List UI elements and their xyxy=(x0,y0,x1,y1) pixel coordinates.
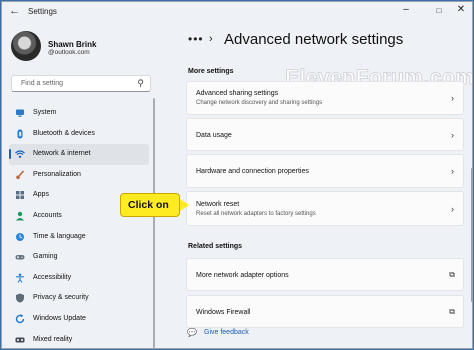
main-scrollbar[interactable] xyxy=(471,168,472,302)
external-link-icon: ⧉ xyxy=(449,270,455,279)
chevron-right-icon: › xyxy=(451,130,454,140)
item-subtitle: Reset all network adapters to factory se… xyxy=(196,211,316,217)
search-icon: ⚲ xyxy=(137,78,144,88)
chevron-right-icon: › xyxy=(451,204,454,214)
item-title: More network adapter options xyxy=(196,272,289,279)
hardware-connection-properties-item[interactable]: Hardware and connection properties › xyxy=(186,154,464,188)
apps-icon xyxy=(15,190,25,200)
sidebar-item-label: Accounts xyxy=(33,211,62,219)
advanced-sharing-settings-item[interactable]: Advanced sharing settings Change network… xyxy=(186,81,464,115)
sidebar-item-personalization[interactable]: Personalization xyxy=(9,165,149,186)
sidebar-item-label: Accessibility xyxy=(33,273,72,281)
sidebar-item-time-language[interactable]: Time & language xyxy=(9,227,149,248)
sidebar-item-windows-update[interactable]: Windows Update xyxy=(9,309,149,330)
sidebar-item-label: Bluetooth & devices xyxy=(33,129,95,137)
sidebar-item-accessibility[interactable]: Accessibility xyxy=(9,268,149,289)
bluetooth-icon xyxy=(15,129,25,139)
item-subtitle: Change network discovery and sharing set… xyxy=(196,100,323,106)
back-arrow-icon[interactable]: ← xyxy=(9,5,20,17)
network-reset-item[interactable]: Network reset Reset all network adapters… xyxy=(186,191,464,226)
item-title: Advanced sharing settings xyxy=(196,90,279,97)
sidebar-item-system[interactable]: System xyxy=(9,103,149,124)
item-title: Windows Firewall xyxy=(196,309,251,316)
chevron-right-icon: › xyxy=(209,33,213,45)
section-heading-related-settings: Related settings xyxy=(188,243,243,250)
sidebar-nav: System Bluetooth & devices Network & int… xyxy=(9,103,149,348)
person-icon xyxy=(15,211,25,221)
minimize-icon[interactable]: – xyxy=(396,4,416,15)
user-email: @outlook.com xyxy=(48,49,90,56)
sidebar-item-privacy[interactable]: Privacy & security xyxy=(9,288,149,309)
sidebar-item-label: System xyxy=(33,109,57,116)
brush-icon xyxy=(15,170,25,180)
sidebar-item-gaming[interactable]: Gaming xyxy=(9,247,149,268)
search-input[interactable]: Find a setting ⚲ xyxy=(11,75,151,92)
sidebar-item-label: Gaming xyxy=(33,253,58,261)
item-title: Data usage xyxy=(196,132,232,139)
feedback-icon: 💬 xyxy=(187,328,197,337)
chevron-right-icon: › xyxy=(451,166,454,176)
search-placeholder: Find a setting xyxy=(21,80,64,87)
sidebar-item-label: Apps xyxy=(33,191,49,199)
sidebar-item-bluetooth[interactable]: Bluetooth & devices xyxy=(9,124,149,145)
give-feedback-label: Give feedback xyxy=(204,329,249,336)
sidebar-item-network[interactable]: Network & internet xyxy=(9,144,149,165)
sidebar-item-label: Personalization xyxy=(33,170,81,178)
settings-window: ← Settings – □ ✕ Shawn Brink @outlook.co… xyxy=(1,1,473,349)
windows-firewall-item[interactable]: Windows Firewall ⧉ xyxy=(186,295,464,328)
user-name: Shawn Brink xyxy=(48,40,97,49)
avatar[interactable] xyxy=(11,31,41,61)
section-heading-more-settings: More settings xyxy=(188,68,234,75)
globe-clock-icon xyxy=(15,232,25,242)
click-on-callout: Click on xyxy=(120,193,180,217)
close-icon[interactable]: ✕ xyxy=(451,4,471,15)
gamepad-icon xyxy=(15,252,25,262)
sidebar-item-label: Mixed reality xyxy=(33,335,73,343)
wifi-icon xyxy=(15,149,25,159)
sidebar-scrollbar[interactable] xyxy=(153,98,155,348)
maximize-icon[interactable]: □ xyxy=(429,6,449,15)
item-title: Hardware and connection properties xyxy=(196,168,309,175)
sidebar-item-label: Privacy & security xyxy=(33,294,89,302)
external-link-icon: ⧉ xyxy=(449,307,455,316)
shield-icon xyxy=(15,293,25,303)
chevron-right-icon: › xyxy=(451,93,454,103)
app-title: Settings xyxy=(28,7,57,16)
accessibility-icon xyxy=(15,273,25,283)
callout-label: Click on xyxy=(128,199,169,211)
update-icon xyxy=(15,314,25,324)
title-bar: ← Settings – □ ✕ xyxy=(2,2,472,22)
sidebar-item-label: Network & internet xyxy=(33,150,91,158)
sidebar-item-label: Windows Update xyxy=(33,314,86,322)
page-title: Advanced network settings xyxy=(224,31,404,48)
data-usage-item[interactable]: Data usage › xyxy=(186,118,464,151)
more-network-adapter-options-item[interactable]: More network adapter options ⧉ xyxy=(186,258,464,291)
breadcrumb-overflow-icon[interactable]: ••• xyxy=(188,32,204,46)
active-indicator xyxy=(9,149,11,160)
monitor-icon xyxy=(15,108,25,118)
headset-icon xyxy=(15,335,25,345)
item-title: Network reset xyxy=(196,201,240,208)
sidebar-item-mixed-reality[interactable]: Mixed reality xyxy=(9,330,149,348)
callout-pointer xyxy=(180,199,189,211)
sidebar-item-label: Time & language xyxy=(33,232,86,240)
